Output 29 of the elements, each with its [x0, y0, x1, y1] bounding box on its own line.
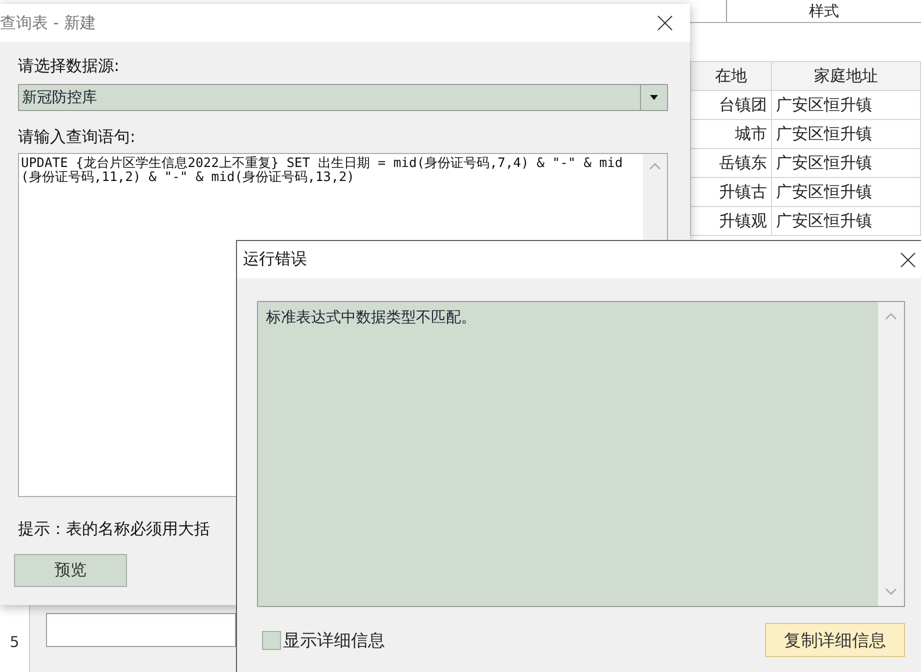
table-cell: 城市	[690, 120, 772, 148]
table-cell: 岳镇东	[690, 148, 772, 178]
table-cell: 广安区恒升镇	[772, 206, 920, 236]
table-cell: 广安区恒升镇	[772, 148, 920, 178]
row-number: 5	[8, 633, 20, 651]
table-cell: 广安区恒升镇	[772, 178, 920, 206]
table-cell: 广安区恒升镇	[772, 90, 920, 120]
hint-text: 提示：表的名称必须用大括	[18, 519, 211, 540]
table-cell: 升镇观	[690, 206, 772, 236]
column-header: 在地	[690, 62, 772, 90]
table-cell: 广安区恒升镇	[772, 120, 920, 148]
scroll-up-icon[interactable]	[649, 162, 661, 171]
preview-button[interactable]: 预览	[14, 554, 127, 587]
copy-details-button[interactable]: 复制详细信息	[765, 623, 905, 657]
table-cell: 升镇古	[690, 178, 772, 206]
ribbon-group-label: 样式	[808, 1, 840, 22]
close-icon[interactable]	[656, 14, 674, 32]
column-header: 家庭地址	[772, 62, 920, 90]
cell-field[interactable]	[46, 613, 236, 647]
dialog-title: 运行错误	[243, 249, 307, 270]
window-title: 查询表 - 新建	[0, 12, 96, 34]
table-cell: 台镇团	[690, 90, 772, 120]
checkbox[interactable]	[262, 630, 281, 650]
field-label: 请输入查询语句:	[18, 127, 136, 148]
field-label: 请选择数据源:	[18, 56, 120, 77]
close-icon[interactable]	[899, 250, 917, 268]
dropdown-arrow-icon	[650, 95, 658, 100]
checkbox-label[interactable]: 显示详细信息	[283, 628, 385, 652]
data-source-dropdown[interactable]: 新冠防控库	[18, 84, 668, 111]
